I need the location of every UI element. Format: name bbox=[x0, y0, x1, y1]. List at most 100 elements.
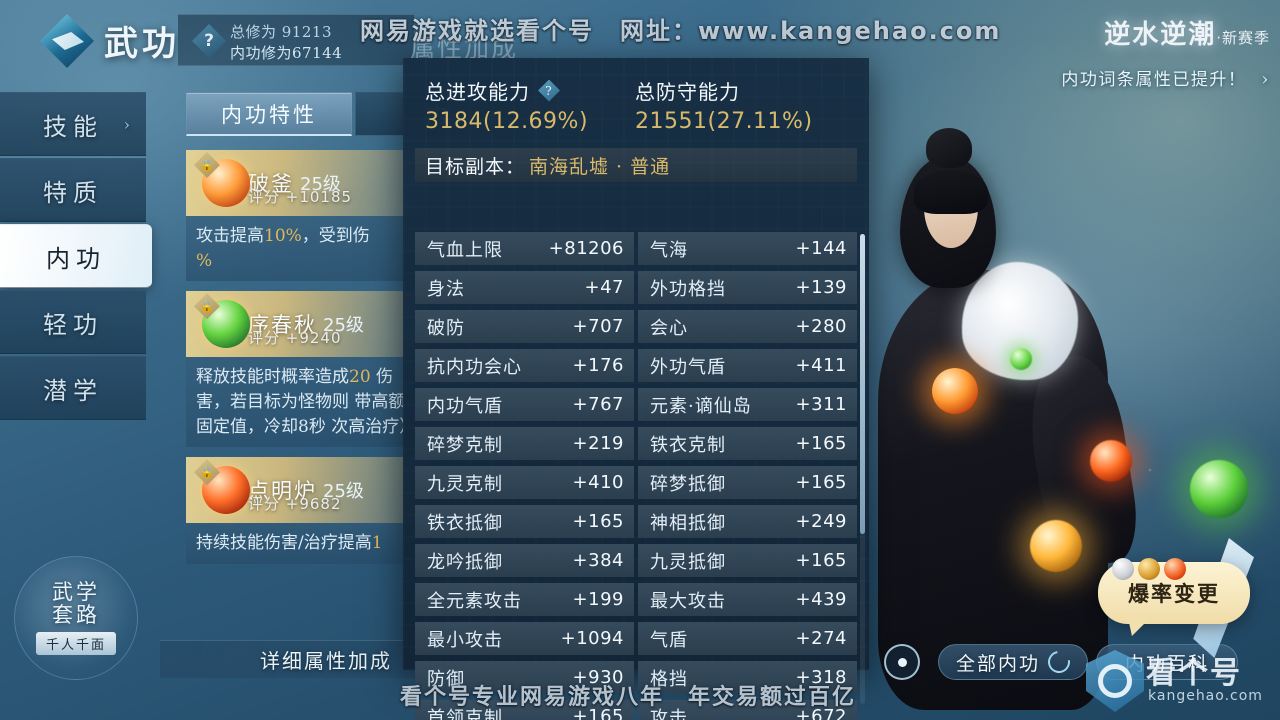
watermark-logo-url: kangehao.com bbox=[1148, 688, 1263, 704]
item-icon-sword bbox=[1112, 558, 1134, 580]
sidebar-item-label: 内功 bbox=[46, 244, 106, 273]
skill-card-header: 🔒 破釜 25级 评分 +10185 bbox=[186, 150, 422, 216]
stat-name: 碎梦抵御 bbox=[650, 473, 726, 495]
stat-row: 碎梦克制 +219 bbox=[415, 427, 634, 460]
total-defense-value: 21551(27.11%) bbox=[635, 109, 813, 134]
item-icon-flame bbox=[1164, 558, 1186, 580]
stat-name: 全元素攻击 bbox=[427, 590, 522, 612]
stat-name: 九灵抵御 bbox=[650, 551, 726, 573]
stat-value: +165 bbox=[795, 472, 847, 493]
emblem-title-line1: 武学 bbox=[52, 580, 100, 605]
stat-row: 铁衣克制 +165 bbox=[638, 427, 857, 460]
stat-value: +767 bbox=[572, 394, 624, 415]
skill-card[interactable]: 🔒 破釜 25级 评分 +10185 攻击提高10%，受到伤 % bbox=[186, 150, 422, 282]
sidebar-item-internal-arts[interactable]: 内功 bbox=[0, 224, 152, 288]
skill-score: 评分 +9240 bbox=[248, 329, 342, 348]
skill-card[interactable]: 🔒 点明炉 25级 评分 +9682 持续技能伤害/治疗提高1 bbox=[186, 457, 422, 564]
watermark-bottom: 看个号专业网易游戏八年 年交易额过百亿 bbox=[400, 685, 857, 710]
stat-name: 最大攻击 bbox=[650, 590, 726, 612]
stat-row: 九灵抵御 +165 bbox=[638, 544, 857, 577]
skill-card-list: 🔒 破釜 25级 评分 +10185 攻击提高10%，受到伤 % 🔒 序春秋 2… bbox=[186, 150, 422, 574]
stat-value: +384 bbox=[572, 550, 624, 571]
item-icon-amulet bbox=[1138, 558, 1160, 580]
watermark-top: 网易游戏就选看个号 网址：www.kangehao.com bbox=[360, 17, 1002, 45]
drop-rate-change-label: 爆率变更 bbox=[1128, 581, 1220, 606]
stat-value: +81206 bbox=[548, 238, 624, 259]
sidebar-item-traits[interactable]: 特质 bbox=[0, 158, 146, 222]
refresh-icon[interactable] bbox=[1043, 646, 1075, 678]
stat-value: +139 bbox=[795, 277, 847, 298]
sidebar-item-hidden-study[interactable]: 潜学 bbox=[0, 356, 146, 420]
panel-summary: 总进攻能力 ? 3184(12.69%) 总防守能力 21551(27.11%) bbox=[403, 58, 869, 140]
skill-desc-post: ，受到伤 bbox=[301, 226, 370, 246]
emblem-title: 武学 套路 bbox=[52, 581, 100, 625]
stat-value: +411 bbox=[795, 355, 847, 376]
stat-value: +439 bbox=[795, 589, 847, 610]
stat-name: 气血上限 bbox=[427, 239, 503, 261]
panel-scrollbar-thumb[interactable] bbox=[860, 234, 865, 534]
season-subtitle: ·新赛季 bbox=[1216, 29, 1270, 47]
total-attack-block: 总进攻能力 ? 3184(12.69%) bbox=[425, 76, 635, 134]
stat-name: 铁衣克制 bbox=[650, 434, 726, 456]
watermark-logo-name: 看个号 bbox=[1146, 656, 1242, 691]
stat-row: 铁衣抵御 +165 bbox=[415, 505, 634, 538]
stat-name: 内功气盾 bbox=[427, 395, 503, 417]
skill-desc-pre: 释放技能时概率造成 bbox=[196, 367, 349, 388]
stat-row: 气血上限 +81206 bbox=[415, 232, 634, 265]
skill-desc-pre: 攻击提高 bbox=[196, 226, 264, 246]
total-attack-value: 3184(12.69%) bbox=[425, 109, 589, 134]
total-defense-label: 总防守能力 bbox=[635, 76, 845, 105]
skill-card-header: 🔒 序春秋 25级 评分 +9240 bbox=[186, 291, 422, 358]
drop-rate-item-icons bbox=[1112, 558, 1186, 580]
stat-value: +47 bbox=[584, 277, 624, 298]
skill-description: 持续技能伤害/治疗提高1 bbox=[186, 523, 422, 564]
skill-description: 攻击提高10%，受到伤 % bbox=[186, 216, 422, 282]
tab-internal-traits[interactable]: 内功特性 bbox=[186, 92, 352, 136]
stat-value: +707 bbox=[572, 316, 624, 337]
stat-value: +280 bbox=[795, 316, 847, 337]
target-dungeon-row[interactable]: 目标副本： 南海乱墟 · 普通 bbox=[415, 148, 857, 182]
cultivation-total-label: 总修为 91213 bbox=[230, 23, 332, 41]
all-internal-arts-button[interactable]: 全部内功 bbox=[938, 644, 1088, 680]
skill-desc-highlight: 1 bbox=[371, 533, 383, 554]
stat-row: 抗内功会心 +176 bbox=[415, 349, 634, 382]
sidebar-item-light-arts[interactable]: 轻功 bbox=[0, 290, 146, 354]
skill-score: 评分 +9682 bbox=[248, 495, 342, 514]
skill-desc-tail: % bbox=[196, 250, 213, 271]
sidebar-item-skills[interactable]: 技能 › bbox=[0, 92, 146, 156]
cultivation-inner-label: 内功修为67144 bbox=[230, 44, 343, 62]
season-banner[interactable]: 逆水逆潮·新赛季 内功词条属性已提升！ › bbox=[970, 14, 1270, 110]
drop-rate-change-bubble[interactable]: 爆率变更 bbox=[1098, 558, 1250, 624]
stat-row: 全元素攻击 +199 bbox=[415, 583, 634, 616]
stat-value: +249 bbox=[795, 511, 847, 532]
skill-card[interactable]: 🔒 序春秋 25级 评分 +9240 释放技能时概率造成20 伤害，若目标为怪物… bbox=[186, 291, 422, 448]
target-dungeon-value: 南海乱墟 · 普通 bbox=[529, 155, 671, 178]
stat-value: +311 bbox=[795, 394, 847, 415]
panel-scrollbar[interactable] bbox=[860, 234, 865, 704]
stat-row: 外功格挡 +139 bbox=[638, 271, 857, 304]
sidebar-item-label: 技能 bbox=[43, 112, 103, 141]
target-icon[interactable] bbox=[884, 644, 920, 680]
stat-value: +165 bbox=[795, 433, 847, 454]
season-notice[interactable]: 内功词条属性已提升！ › bbox=[970, 65, 1270, 90]
total-attack-label: 总进攻能力 ? bbox=[425, 76, 635, 105]
attack-help-icon[interactable]: ? bbox=[538, 79, 560, 102]
stat-value: +176 bbox=[572, 355, 624, 376]
sidebar-item-label: 特质 bbox=[43, 178, 103, 207]
stat-name: 抗内功会心 bbox=[427, 356, 522, 378]
stat-name: 气海 bbox=[650, 239, 688, 261]
stat-name: 身法 bbox=[427, 278, 465, 300]
stat-row: 外功气盾 +411 bbox=[638, 349, 857, 382]
skill-desc-pre: 持续技能伤害/治疗提高 bbox=[196, 533, 372, 554]
season-title: 逆水逆潮 bbox=[1104, 20, 1217, 50]
help-icon[interactable]: ? bbox=[192, 24, 226, 58]
stat-value: +219 bbox=[572, 433, 624, 454]
stat-row: 九灵克制 +410 bbox=[415, 466, 634, 499]
sidebar-item-label: 潜学 bbox=[43, 376, 103, 405]
season-notice-text: 内功词条属性已提升！ bbox=[1061, 70, 1247, 90]
eye-shield-icon bbox=[1086, 650, 1144, 712]
chevron-right-icon: › bbox=[123, 114, 130, 134]
stat-name: 铁衣抵御 bbox=[427, 512, 503, 534]
skill-desc-highlight: 10% bbox=[264, 226, 302, 246]
stat-row: 身法 +47 bbox=[415, 271, 634, 304]
